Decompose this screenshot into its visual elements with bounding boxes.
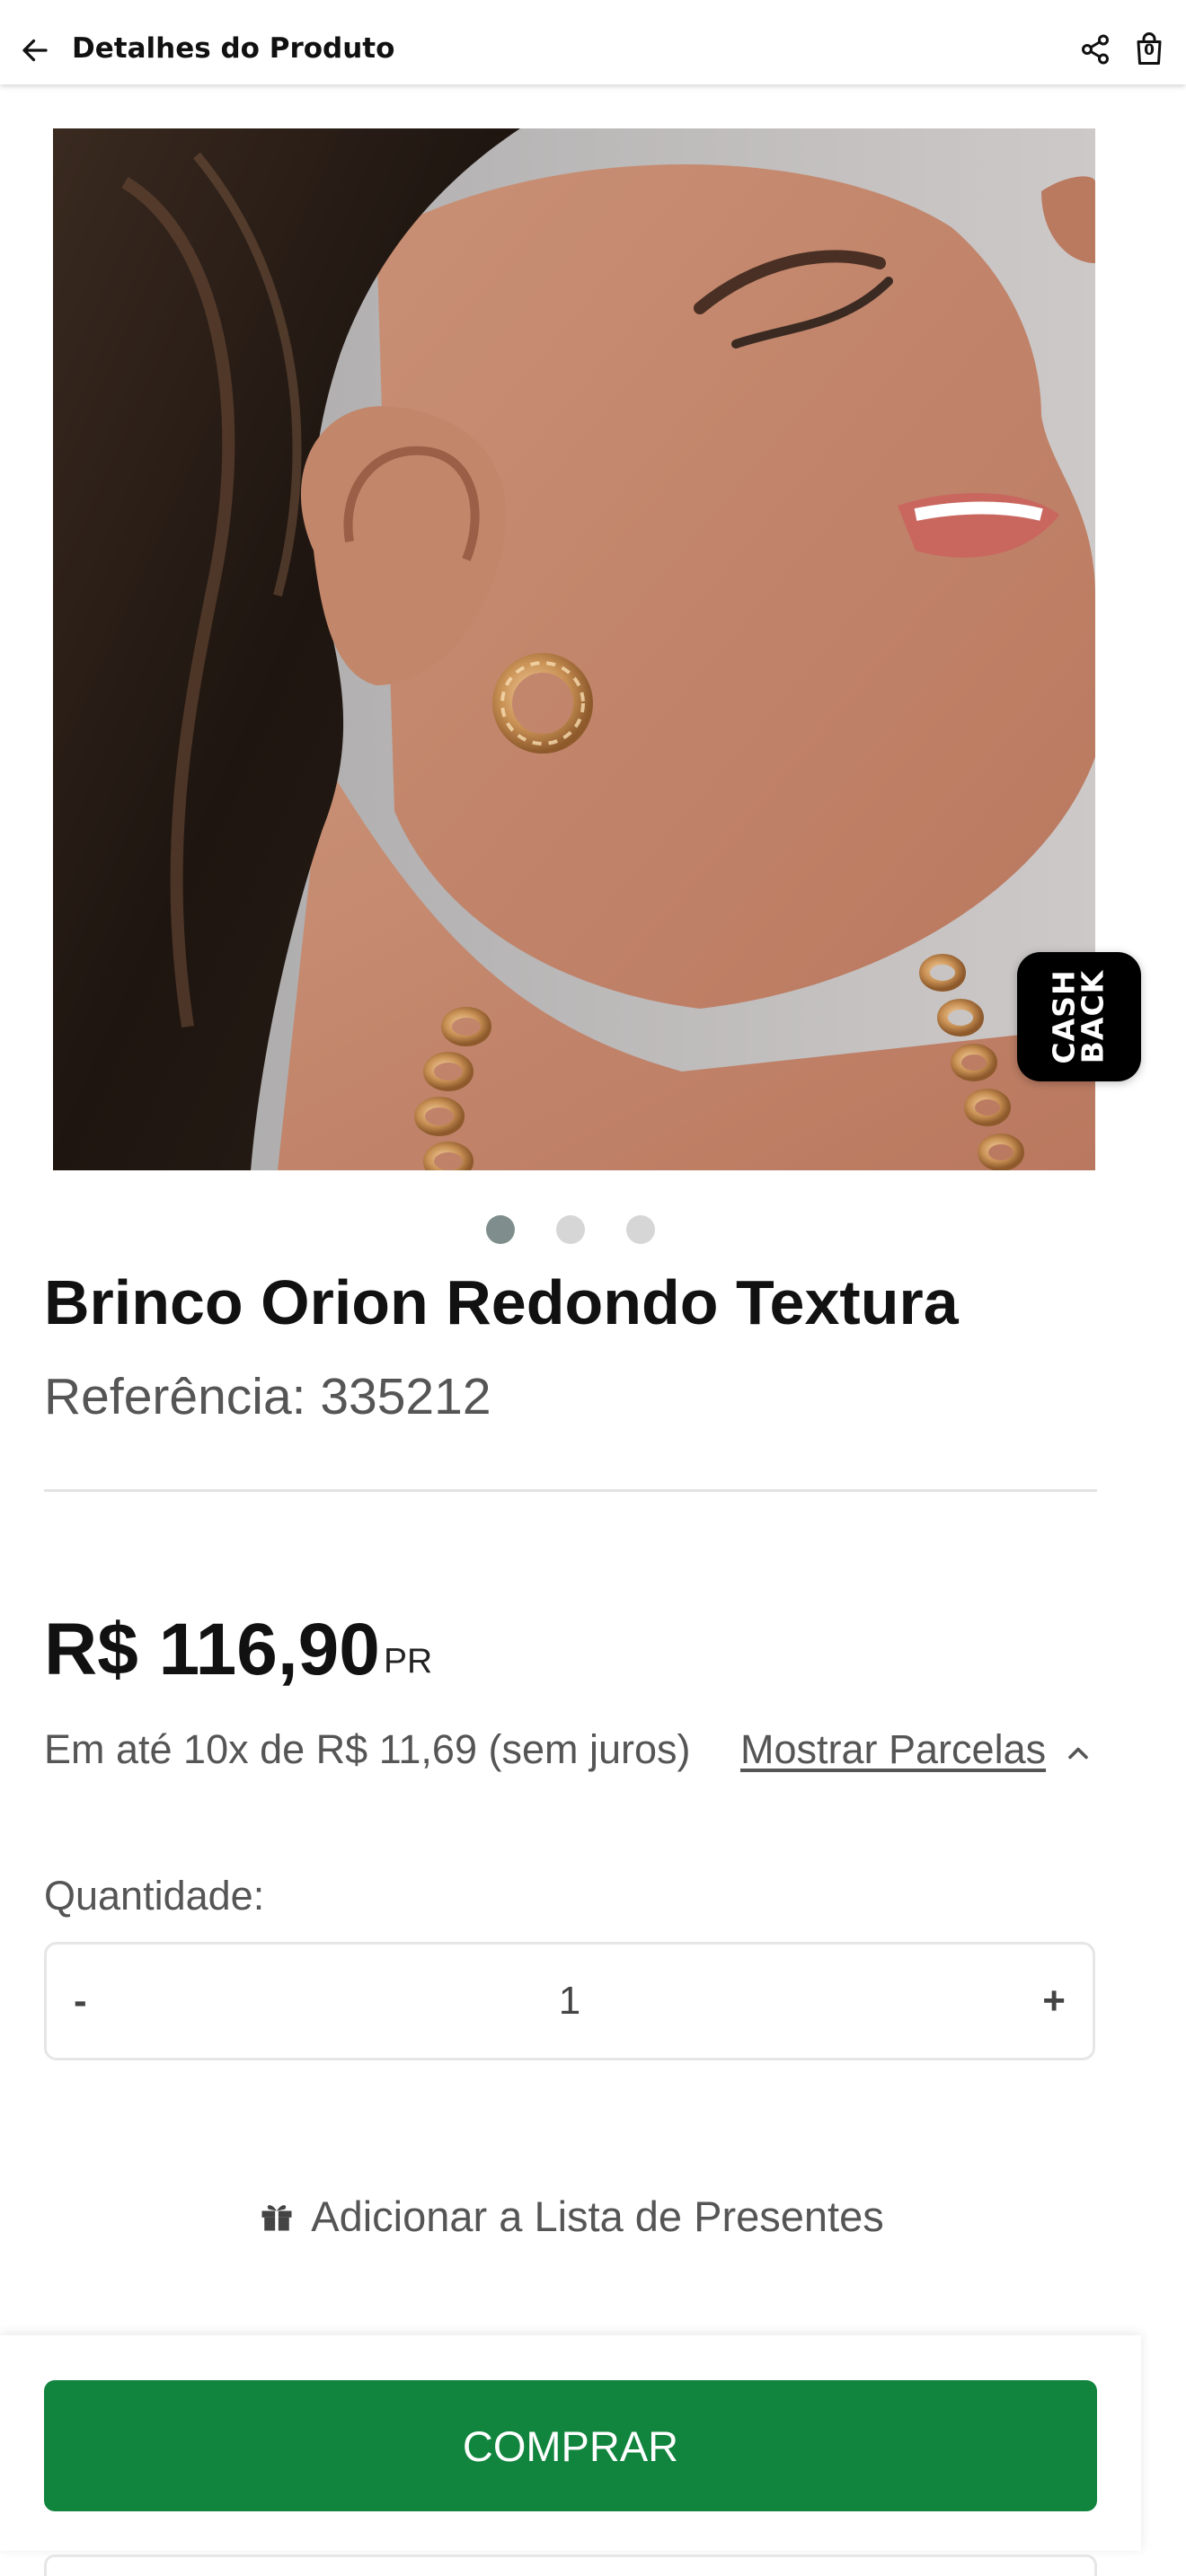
gift-list-label: Adicionar a Lista de Presentes bbox=[311, 2192, 884, 2240]
cashback-button[interactable]: CASH BACK bbox=[1017, 952, 1141, 1081]
bottom-action-bar: COMPRAR bbox=[0, 2335, 1141, 2551]
price-suffix: PR bbox=[384, 1642, 433, 1681]
buy-button[interactable]: COMPRAR bbox=[44, 2380, 1097, 2511]
quantity-stepper: - 1 + bbox=[44, 1942, 1095, 2060]
page-title: Detalhes do Produto bbox=[72, 32, 395, 65]
divider bbox=[44, 1489, 1097, 1492]
bottom-card-edge bbox=[44, 2554, 1097, 2576]
product-image[interactable] bbox=[53, 128, 1095, 1170]
installments-text: Em até 10x de R$ 11,69 (sem juros) bbox=[44, 1726, 691, 1772]
product-reference: Referência: 335212 bbox=[44, 1368, 491, 1425]
show-installments-link[interactable]: Mostrar Parcelas bbox=[740, 1726, 1046, 1773]
shopping-bag-icon[interactable]: 0 bbox=[1130, 31, 1168, 68]
product-name: Brinco Orion Redondo Textura bbox=[44, 1267, 959, 1337]
share-icon[interactable] bbox=[1076, 31, 1114, 68]
carousel-dot[interactable] bbox=[626, 1215, 655, 1244]
cart-count-badge: 0 bbox=[1144, 41, 1155, 59]
quantity-decrease-button[interactable]: - bbox=[74, 1945, 128, 2058]
quantity-value[interactable]: 1 bbox=[47, 1945, 1093, 2058]
add-to-gift-list-button[interactable]: Adicionar a Lista de Presentes bbox=[0, 2184, 1141, 2247]
carousel-dot[interactable] bbox=[556, 1215, 585, 1244]
carousel-dot[interactable] bbox=[486, 1215, 515, 1244]
chevron-up-icon[interactable] bbox=[1062, 1737, 1094, 1769]
back-arrow-icon[interactable] bbox=[16, 31, 54, 69]
quantity-increase-button[interactable]: + bbox=[1012, 1945, 1066, 2058]
cashback-label: CASH BACK bbox=[1047, 969, 1111, 1064]
product-price: R$ 116,90 bbox=[44, 1609, 380, 1690]
quantity-label: Quantidade: bbox=[44, 1873, 265, 1919]
top-app-bar: Detalhes do Produto 0 bbox=[0, 0, 1186, 84]
gift-icon bbox=[261, 2205, 292, 2231]
